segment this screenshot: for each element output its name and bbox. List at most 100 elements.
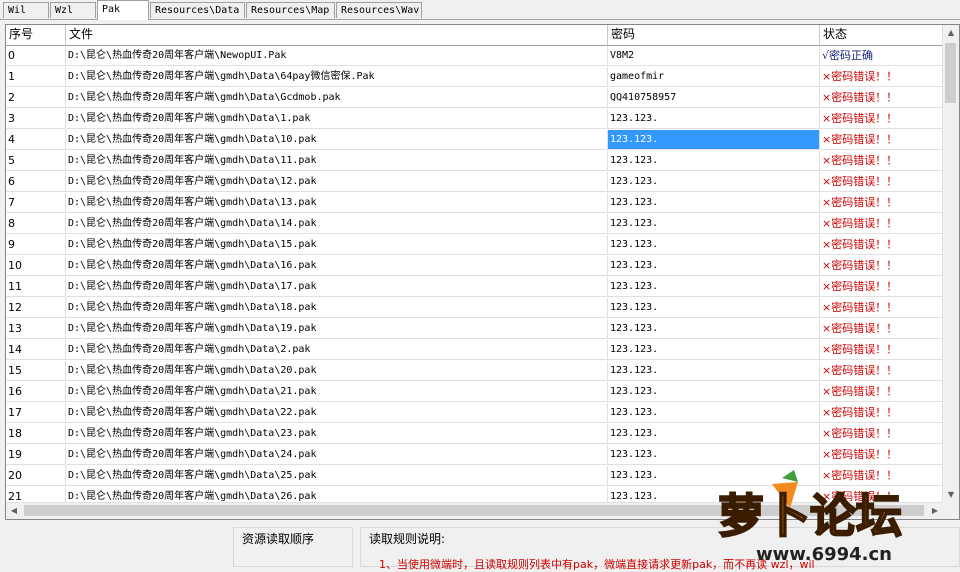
cell-index[interactable]: 3: [6, 109, 66, 129]
cell-password[interactable]: 123.123.: [608, 151, 820, 171]
cell-password[interactable]: 123.123.: [608, 130, 820, 150]
cell-password[interactable]: 123.123.: [608, 298, 820, 318]
cell-status[interactable]: ×密码错误！！: [820, 340, 943, 360]
cell-password[interactable]: 123.123.: [608, 109, 820, 129]
cell-index[interactable]: 9: [6, 235, 66, 255]
vertical-scroll-thumb[interactable]: [945, 43, 956, 103]
cell-index[interactable]: 19: [6, 445, 66, 465]
cell-index[interactable]: 18: [6, 424, 66, 444]
horizontal-scroll-thumb[interactable]: [24, 505, 924, 516]
table-row[interactable]: 13 D:\昆仑\热血传奇20周年客户端\gmdh\Data\19.pak 123.…: [6, 319, 946, 340]
cell-index[interactable]: 5: [6, 151, 66, 171]
table-row[interactable]: 4 D:\昆仑\热血传奇20周年客户端\gmdh\Data\10.pak 123.1…: [6, 130, 946, 151]
scroll-up-icon[interactable]: ▲: [943, 25, 959, 41]
cell-status[interactable]: ×密码错误！！: [820, 193, 943, 213]
cell-file[interactable]: D:\昆仑\热血传奇20周年客户端\gmdh\Data\23.pak: [66, 424, 608, 444]
cell-status[interactable]: ×密码错误！！: [820, 256, 943, 276]
cell-status[interactable]: ×密码错误！！: [820, 466, 943, 486]
cell-password[interactable]: 123.123.: [608, 235, 820, 255]
header-status[interactable]: 状态: [820, 25, 947, 46]
cell-password[interactable]: 123.123.: [608, 319, 820, 339]
table-row[interactable]: 10 D:\昆仑\热血传奇20周年客户端\gmdh\Data\16.pak 123.…: [6, 256, 946, 277]
cell-index[interactable]: 4: [6, 130, 66, 150]
cell-status[interactable]: ×密码错误！！: [820, 88, 943, 108]
cell-status[interactable]: ×密码错误！！: [820, 130, 943, 150]
cell-status[interactable]: √密码正确: [820, 46, 943, 66]
cell-file[interactable]: D:\昆仑\热血传奇20周年客户端\gmdh\Data\24.pak: [66, 445, 608, 465]
cell-status[interactable]: ×密码错误！！: [820, 67, 943, 87]
cell-index[interactable]: 6: [6, 172, 66, 192]
cell-index[interactable]: 20: [6, 466, 66, 486]
cell-index[interactable]: 8: [6, 214, 66, 234]
cell-password[interactable]: 123.123.: [608, 340, 820, 360]
table-row[interactable]: 12 D:\昆仑\热血传奇20周年客户端\gmdh\Data\18.pak 123.…: [6, 298, 946, 319]
cell-index[interactable]: 7: [6, 193, 66, 213]
cell-file[interactable]: D:\昆仑\热血传奇20周年客户端\gmdh\Data\11.pak: [66, 151, 608, 171]
table-row[interactable]: 15 D:\昆仑\热血传奇20周年客户端\gmdh\Data\20.pak 123.…: [6, 361, 946, 382]
scroll-down-icon[interactable]: ▼: [943, 487, 959, 503]
cell-index[interactable]: 0: [6, 46, 66, 66]
cell-file[interactable]: D:\昆仑\热血传奇20周年客户端\gmdh\Data\21.pak: [66, 382, 608, 402]
header-index[interactable]: 序号: [6, 25, 66, 46]
table-row[interactable]: 14 D:\昆仑\热血传奇20周年客户端\gmdh\Data\2.pak 123.1…: [6, 340, 946, 361]
tab-resources-wav[interactable]: Resources\Wav: [336, 2, 422, 18]
tab-wzl[interactable]: Wzl: [50, 2, 96, 18]
table-row[interactable]: 3 D:\昆仑\热血传奇20周年客户端\gmdh\Data\1.pak 123.12…: [6, 109, 946, 130]
cell-file[interactable]: D:\昆仑\热血传奇20周年客户端\gmdh\Data\13.pak: [66, 193, 608, 213]
cell-index[interactable]: 2: [6, 88, 66, 108]
cell-password[interactable]: 123.123.: [608, 172, 820, 192]
cell-index[interactable]: 12: [6, 298, 66, 318]
cell-file[interactable]: D:\昆仑\热血传奇20周年客户端\gmdh\Data\1.pak: [66, 109, 608, 129]
cell-password[interactable]: 123.123.: [608, 424, 820, 444]
cell-file[interactable]: D:\昆仑\热血传奇20周年客户端\gmdh\Data\18.pak: [66, 298, 608, 318]
cell-password[interactable]: 123.123.: [608, 256, 820, 276]
tab-wil[interactable]: Wil: [3, 2, 49, 18]
cell-status[interactable]: ×密码错误！！: [820, 235, 943, 255]
cell-file[interactable]: D:\昆仑\热血传奇20周年客户端\gmdh\Data\25.pak: [66, 466, 608, 486]
cell-file[interactable]: D:\昆仑\热血传奇20周年客户端\gmdh\Data\16.pak: [66, 256, 608, 276]
cell-index[interactable]: 15: [6, 361, 66, 381]
cell-status[interactable]: ×密码错误！！: [820, 214, 943, 234]
cell-file[interactable]: D:\昆仑\热血传奇20周年客户端\gmdh\Data\Gcdmob.pak: [66, 88, 608, 108]
cell-index[interactable]: 1: [6, 67, 66, 87]
cell-status[interactable]: ×密码错误！！: [820, 319, 943, 339]
cell-file[interactable]: D:\昆仑\热血传奇20周年客户端\gmdh\Data\12.pak: [66, 172, 608, 192]
tab-resources-map[interactable]: Resources\Map: [246, 2, 335, 18]
pak-list-grid[interactable]: 序号 文件 密码 状态 0 D:\昆仑\热血传奇20周年客户端\NewopUI.P…: [5, 24, 960, 520]
cell-status[interactable]: ×密码错误！！: [820, 361, 943, 381]
cell-status[interactable]: ×密码错误！！: [820, 403, 943, 423]
cell-index[interactable]: 14: [6, 340, 66, 360]
cell-password[interactable]: gameofmir: [608, 67, 820, 87]
cell-status[interactable]: ×密码错误！！: [820, 445, 943, 465]
table-row[interactable]: 0 D:\昆仑\热血传奇20周年客户端\NewopUI.Pak V8M2 √密码正确: [6, 46, 946, 67]
cell-index[interactable]: 17: [6, 403, 66, 423]
cell-index[interactable]: 10: [6, 256, 66, 276]
cell-status[interactable]: ×密码错误！！: [820, 298, 943, 318]
cell-status[interactable]: ×密码错误！！: [820, 172, 943, 192]
cell-file[interactable]: D:\昆仑\热血传奇20周年客户端\gmdh\Data\19.pak: [66, 319, 608, 339]
cell-file[interactable]: D:\昆仑\热血传奇20周年客户端\NewopUI.Pak: [66, 46, 608, 66]
cell-index[interactable]: 16: [6, 382, 66, 402]
cell-file[interactable]: D:\昆仑\热血传奇20周年客户端\gmdh\Data\14.pak: [66, 214, 608, 234]
scroll-left-icon[interactable]: ◀: [6, 503, 22, 519]
cell-status[interactable]: ×密码错误！！: [820, 109, 943, 129]
table-row[interactable]: 5 D:\昆仑\热血传奇20周年客户端\gmdh\Data\11.pak 123.1…: [6, 151, 946, 172]
cell-file[interactable]: D:\昆仑\热血传奇20周年客户端\gmdh\Data\2.pak: [66, 340, 608, 360]
cell-password[interactable]: QQ410758957: [608, 88, 820, 108]
table-row[interactable]: 18 D:\昆仑\热血传奇20周年客户端\gmdh\Data\23.pak 123.…: [6, 424, 946, 445]
table-row[interactable]: 2 D:\昆仑\热血传奇20周年客户端\gmdh\Data\Gcdmob.pak Q…: [6, 88, 946, 109]
cell-file[interactable]: D:\昆仑\热血传奇20周年客户端\gmdh\Data\17.pak: [66, 277, 608, 297]
cell-password[interactable]: 123.123.: [608, 277, 820, 297]
tab-pak[interactable]: Pak: [97, 0, 149, 20]
table-row[interactable]: 8 D:\昆仑\热血传奇20周年客户端\gmdh\Data\14.pak 123.1…: [6, 214, 946, 235]
table-row[interactable]: 17 D:\昆仑\热血传奇20周年客户端\gmdh\Data\22.pak 123.…: [6, 403, 946, 424]
cell-file[interactable]: D:\昆仑\热血传奇20周年客户端\gmdh\Data\22.pak: [66, 403, 608, 423]
table-row[interactable]: 11 D:\昆仑\热血传奇20周年客户端\gmdh\Data\17.pak 123.…: [6, 277, 946, 298]
cell-file[interactable]: D:\昆仑\热血传奇20周年客户端\gmdh\Data\15.pak: [66, 235, 608, 255]
tab-resources-data[interactable]: Resources\Data: [150, 2, 245, 18]
table-row[interactable]: 19 D:\昆仑\热血传奇20周年客户端\gmdh\Data\24.pak 123.…: [6, 445, 946, 466]
cell-index[interactable]: 13: [6, 319, 66, 339]
cell-status[interactable]: ×密码错误！！: [820, 151, 943, 171]
table-row[interactable]: 1 D:\昆仑\热血传奇20周年客户端\gmdh\Data\64pay微信密保.P…: [6, 67, 946, 88]
cell-password[interactable]: 123.123.: [608, 403, 820, 423]
